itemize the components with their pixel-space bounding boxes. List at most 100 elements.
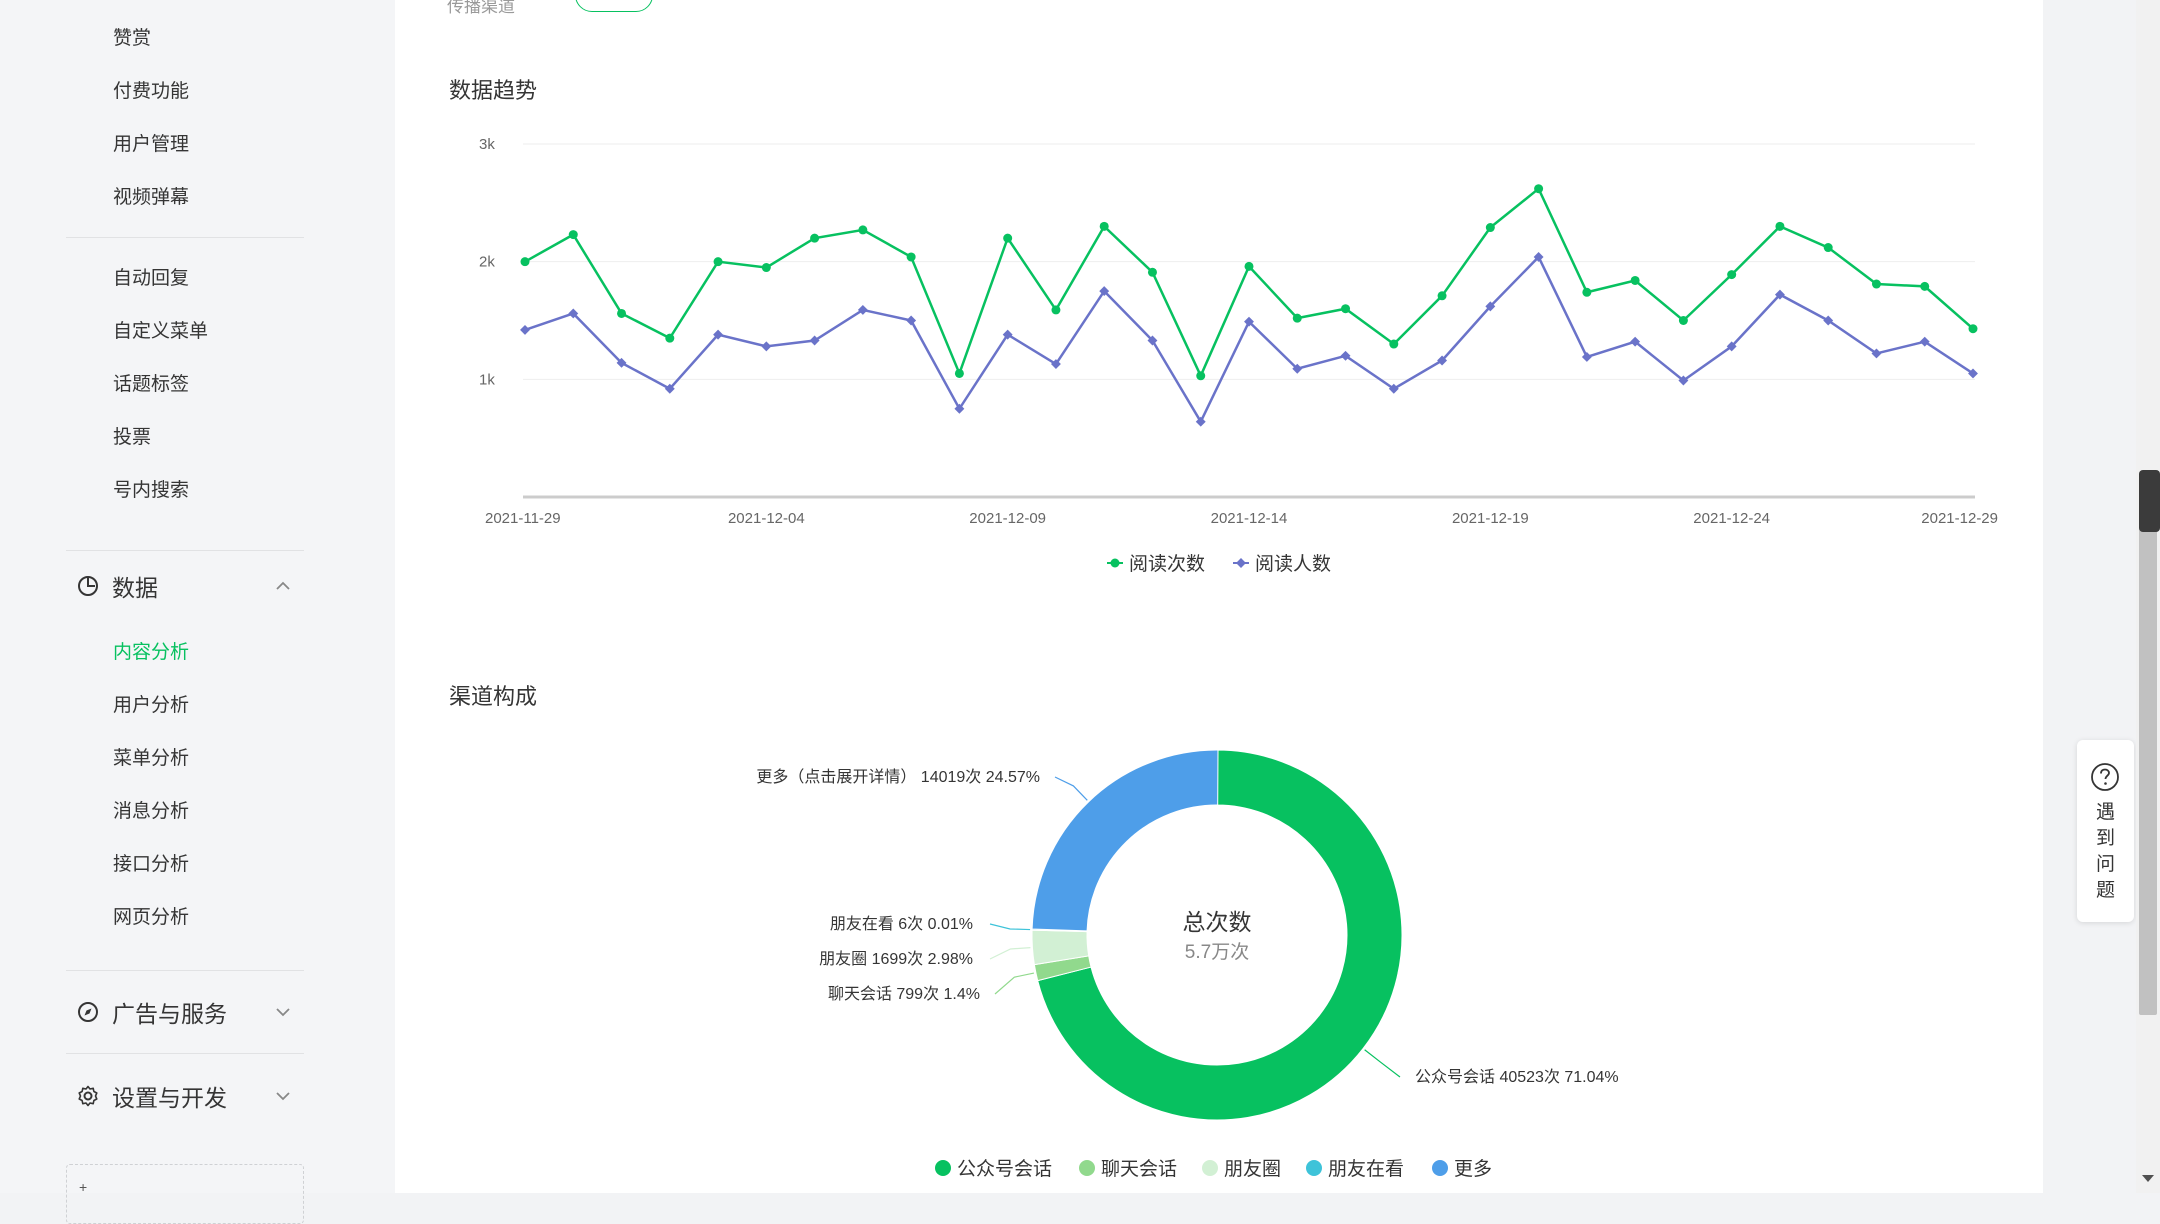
data-point bbox=[1968, 324, 1978, 334]
x-tick-label: 2021-12-29 bbox=[1921, 510, 1998, 527]
data-point bbox=[1196, 371, 1206, 381]
pie-label: 更多（点击展开详情） 14019次 24.57% bbox=[756, 768, 1040, 786]
data-point bbox=[665, 333, 675, 343]
sidebar-item-reward[interactable]: 赞赏 bbox=[113, 26, 151, 52]
data-point bbox=[1678, 316, 1688, 325]
sidebar-item-custom-menu[interactable]: 自定义菜单 bbox=[113, 319, 208, 345]
scrollbar[interactable] bbox=[2136, 0, 2160, 1193]
help-label-char: 问 bbox=[2095, 854, 2115, 875]
scrollbar-thumb[interactable] bbox=[2139, 490, 2157, 1015]
legend-swatch bbox=[1202, 1160, 1218, 1176]
legend-label: 公众号会话 bbox=[957, 1158, 1052, 1180]
data-point bbox=[617, 308, 627, 318]
pie-label: 公众号会话 40523次 71.04% bbox=[1415, 1068, 1619, 1086]
legend-label: 阅读次数 bbox=[1129, 553, 1205, 575]
data-point bbox=[1244, 261, 1254, 271]
legend-label: 朋友在看 bbox=[1328, 1158, 1404, 1180]
data-point bbox=[1389, 339, 1399, 349]
sidebar-item-vote[interactable]: 投票 bbox=[113, 425, 151, 451]
data-point bbox=[906, 315, 917, 326]
sidebar-item-topic-tags[interactable]: 话题标签 bbox=[113, 372, 189, 398]
data-point bbox=[1582, 287, 1592, 297]
legend-swatch-marker bbox=[1110, 558, 1120, 568]
pie-label: 朋友在看 6次 0.01% bbox=[830, 915, 973, 933]
data-point bbox=[761, 341, 772, 352]
data-point bbox=[761, 263, 771, 273]
x-tick-label: 2021-12-09 bbox=[969, 510, 1046, 527]
y-tick-label: 2k bbox=[479, 254, 495, 271]
sidebar-divider bbox=[66, 970, 304, 971]
sidebar-item-web-analysis[interactable]: 网页分析 bbox=[113, 905, 189, 931]
sidebar-item-paid[interactable]: 付费功能 bbox=[113, 79, 189, 105]
x-tick-label: 2021-12-19 bbox=[1452, 510, 1529, 527]
sidebar-divider bbox=[66, 550, 304, 551]
legend-label: 更多 bbox=[1454, 1158, 1492, 1180]
data-point bbox=[906, 252, 916, 262]
sidebar-item-search[interactable]: 号内搜索 bbox=[113, 478, 189, 504]
data-point bbox=[1920, 281, 1930, 291]
sidebar-item-content-analysis[interactable]: 内容分析 bbox=[113, 640, 189, 666]
help-label: 遇到问题 bbox=[2077, 800, 2134, 904]
data-point bbox=[810, 233, 820, 243]
data-point bbox=[1099, 221, 1109, 231]
sidebar-item-message-analysis[interactable]: 消息分析 bbox=[113, 799, 189, 825]
data-point bbox=[520, 257, 530, 267]
help-label-char: 到 bbox=[2095, 828, 2115, 849]
y-tick-label: 1k bbox=[479, 371, 495, 388]
main-panel: 传播渠道 数据趋势 渠道构成 1k 2k 3k 2021-11-29 2021-12-0… bbox=[395, 0, 2043, 1193]
question-icon bbox=[2091, 763, 2119, 791]
legend-swatch bbox=[935, 1160, 951, 1176]
help-label-char: 遇 bbox=[2095, 802, 2115, 823]
x-tick-label: 2021-12-24 bbox=[1693, 510, 1770, 527]
x-tick-label: 2021-11-29 bbox=[485, 510, 561, 527]
data-point bbox=[1581, 352, 1592, 362]
data-point bbox=[1727, 270, 1737, 280]
chevron-down-icon[interactable] bbox=[274, 1003, 292, 1021]
sidebar-item-menu-analysis[interactable]: 菜单分析 bbox=[113, 746, 189, 772]
compass-icon bbox=[78, 1002, 98, 1022]
data-point bbox=[1534, 184, 1544, 194]
y-tick-label: 3k bbox=[479, 136, 495, 153]
series-line bbox=[524, 254, 1974, 425]
legend-label: 聊天会话 bbox=[1101, 1158, 1177, 1180]
data-point bbox=[1341, 304, 1351, 314]
charts-canvas: 1k 2k 3k 2021-11-29 2021-12-04 2021-12-09 2021… bbox=[479, 136, 1998, 1180]
sidebar-item-danmaku[interactable]: 视频弹幕 bbox=[113, 185, 189, 211]
pie-leader-line bbox=[994, 972, 1035, 995]
chevron-up-icon[interactable] bbox=[274, 577, 292, 595]
legend-label: 阅读人数 bbox=[1255, 553, 1331, 575]
data-point bbox=[1147, 267, 1157, 277]
sidebar-item-auto-reply[interactable]: 自动回复 bbox=[113, 266, 189, 292]
pie-leader-line bbox=[989, 923, 1031, 931]
data-point bbox=[520, 324, 530, 335]
add-plugin-box[interactable]: + bbox=[66, 1164, 304, 1224]
sidebar-group-dev[interactable]: 设置与开发 bbox=[66, 1076, 304, 1116]
pie-center-value: 5.7万次 bbox=[1185, 941, 1249, 963]
help-widget[interactable]: 遇到问题 bbox=[2077, 740, 2134, 922]
legend-swatch-marker bbox=[1236, 558, 1246, 568]
pie-leader-line bbox=[989, 947, 1031, 960]
sidebar-group-ads[interactable]: 广告与服务 bbox=[66, 992, 304, 1032]
data-point bbox=[1823, 243, 1833, 253]
chevron-down-icon[interactable] bbox=[274, 1087, 292, 1105]
pie-slice bbox=[1031, 749, 1219, 932]
sidebar-group-label: 设置与开发 bbox=[112, 1085, 227, 1111]
data-point bbox=[1437, 291, 1447, 301]
sidebar-item-users[interactable]: 用户管理 bbox=[113, 132, 189, 158]
legend-swatch bbox=[1432, 1160, 1448, 1176]
data-point bbox=[1775, 221, 1785, 231]
x-tick-label: 2021-12-14 bbox=[1211, 510, 1288, 527]
sidebar-group-data[interactable]: 数据 bbox=[66, 566, 304, 606]
data-point bbox=[1051, 305, 1061, 315]
sidebar-group-label: 广告与服务 bbox=[112, 1001, 227, 1027]
scrollbar-handle[interactable] bbox=[2139, 470, 2160, 532]
sidebar-divider bbox=[66, 237, 304, 238]
sidebar-group-label: 数据 bbox=[112, 575, 158, 601]
sidebar: 赞赏 付费功能 用户管理 视频弹幕 自动回复 自定义菜单 话题标签 投票 号内搜… bbox=[0, 0, 395, 1224]
sidebar-item-api-analysis[interactable]: 接口分析 bbox=[113, 852, 189, 878]
x-tick-label: 2021-12-04 bbox=[728, 510, 805, 527]
sidebar-item-user-analysis[interactable]: 用户分析 bbox=[113, 693, 189, 719]
scroll-down-arrow[interactable] bbox=[2142, 1175, 2154, 1182]
series-line bbox=[524, 186, 1974, 379]
data-point bbox=[954, 368, 964, 378]
